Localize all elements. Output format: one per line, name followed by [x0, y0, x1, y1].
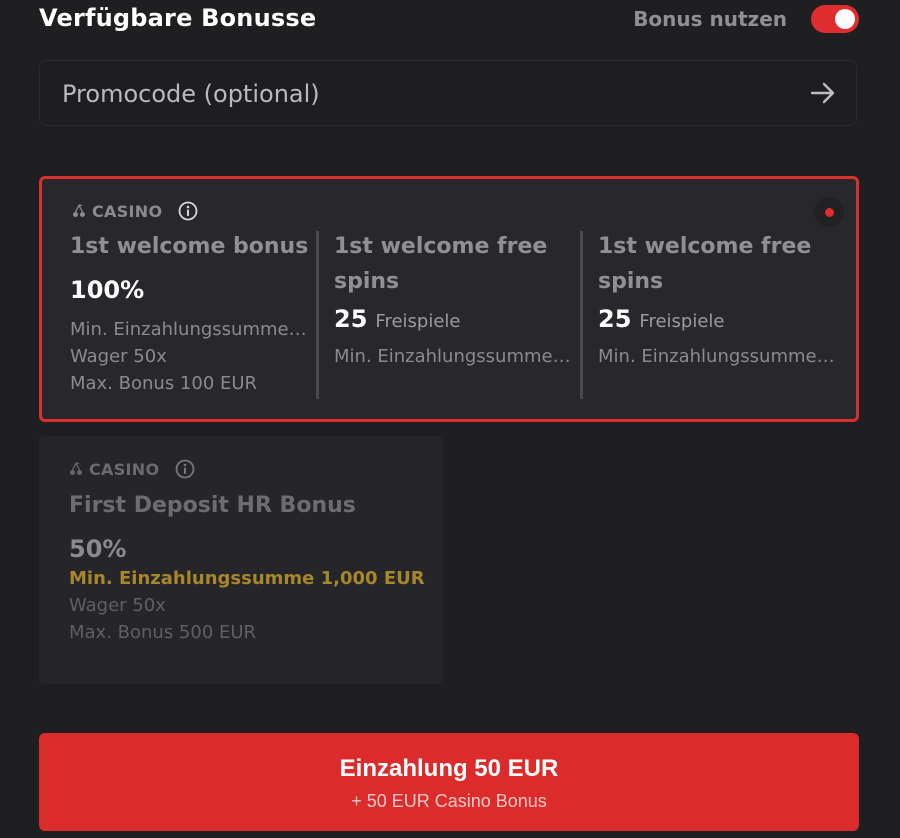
bonus-header: Verfügbare Bonusse Bonus nutzen [39, 0, 859, 40]
deposit-button-label: Einzahlung 50 EUR [339, 755, 559, 782]
column-divider [316, 231, 319, 399]
toggle-knob [835, 9, 855, 29]
bonus-category: CASINO [72, 201, 198, 221]
bonus-item: 1st welcome free spins 25 Freispiele Min… [334, 229, 574, 370]
bonus-wager: Wager 50x [70, 346, 167, 367]
radio-selected-dot [825, 208, 834, 217]
free-spins-unit: Freispiele [639, 311, 725, 332]
info-icon[interactable] [178, 201, 198, 221]
bonus-max: Max. Bonus 100 EUR [70, 373, 258, 394]
bonus-name: 1st welcome free spins [598, 234, 812, 294]
bonus-category-label: CASINO [89, 459, 160, 479]
free-spins-count: 25 [598, 305, 632, 333]
bonus-name: First Deposit HR Bonus [69, 493, 356, 518]
column-divider [580, 231, 583, 399]
cherry-icon [73, 204, 85, 217]
bonus-percent: 50% [69, 535, 127, 563]
use-bonus-toggle[interactable] [811, 5, 859, 33]
use-bonus-label: Bonus nutzen [633, 7, 787, 31]
free-spins-unit: Freispiele [375, 311, 461, 332]
bonus-item: First Deposit HR Bonus 50% Min. Einzahlu… [69, 488, 429, 646]
info-icon[interactable] [175, 459, 195, 479]
bonus-card-welcome[interactable]: CASINO 1st welcome bonus 100% Min. Einza… [39, 176, 859, 422]
promocode-field [39, 60, 857, 127]
bonus-category: CASINO [69, 459, 195, 479]
bonus-max: Max. Bonus 500 EUR [69, 622, 257, 643]
bonus-wager: Wager 50x [69, 595, 166, 616]
free-spins-row: 25 Freispiele [598, 305, 838, 333]
bonus-name: 1st welcome bonus [70, 234, 309, 259]
deposit-bonus-sublabel: + 50 EUR Casino Bonus [351, 791, 547, 811]
deposit-button[interactable]: Einzahlung 50 EUR + 50 EUR Casino Bonus [39, 733, 859, 831]
bonus-item: 1st welcome bonus 100% Min. Einzahlungss… [70, 229, 310, 397]
bonus-panel: Verfügbare Bonusse Bonus nutzen CASINO [0, 0, 900, 838]
arrow-right-icon[interactable] [810, 81, 836, 105]
bonus-category-label: CASINO [92, 201, 163, 221]
bonus-percent: 100% [70, 276, 145, 304]
promocode-input[interactable] [60, 61, 784, 127]
bonus-name: 1st welcome free spins [334, 234, 548, 294]
bonus-min-deposit-warning: Min. Einzahlungssumme 1,000 EUR [69, 568, 425, 589]
bonus-min-deposit: Min. Einzahlungssumme 20 EUR [334, 346, 574, 367]
page-title: Verfügbare Bonusse [39, 4, 317, 32]
bonus-item: 1st welcome free spins 25 Freispiele Min… [598, 229, 838, 370]
free-spins-row: 25 Freispiele [334, 305, 574, 333]
bonus-min-deposit: Min. Einzahlungssumme 20 EUR [70, 319, 310, 340]
bonus-select-radio[interactable] [814, 197, 844, 227]
bonus-card-first-deposit-hr[interactable]: CASINO First Deposit HR Bonus 50% Min. E… [39, 436, 443, 684]
cherry-icon [70, 462, 82, 475]
free-spins-count: 25 [334, 305, 368, 333]
bonus-min-deposit: Min. Einzahlungssumme 20 EUR [598, 346, 838, 367]
